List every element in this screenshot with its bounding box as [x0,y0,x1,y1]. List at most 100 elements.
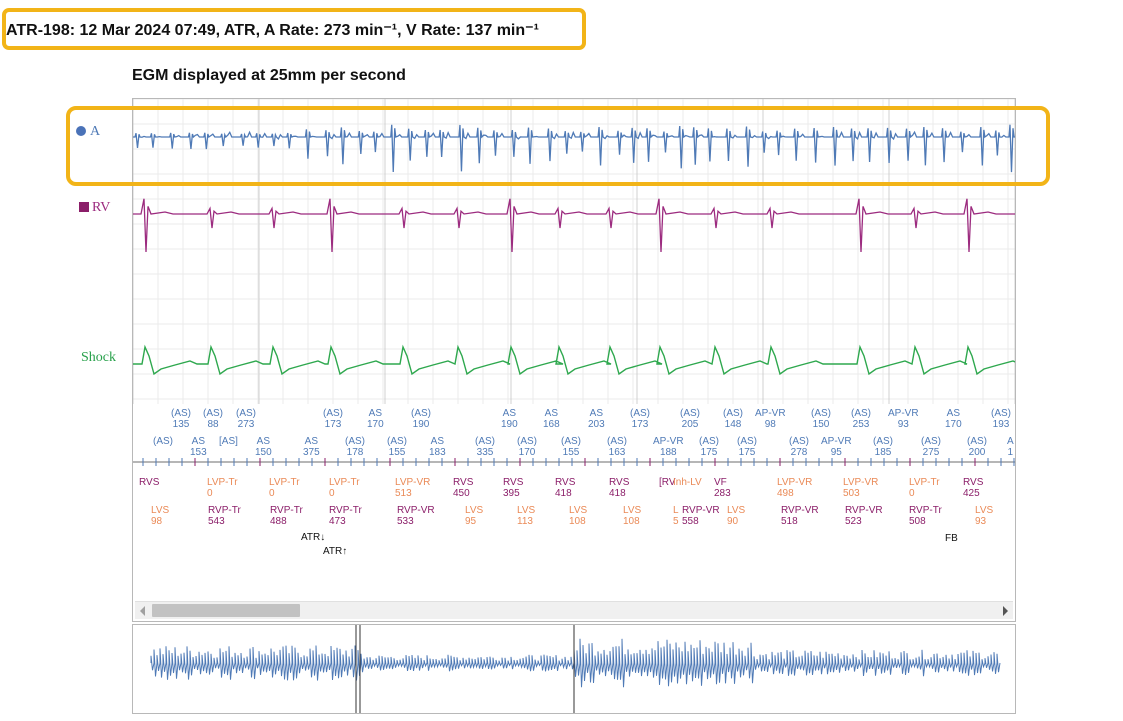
atrial-marker-value: 375 [303,447,320,458]
atrial-marker-type: (AS) [723,408,743,419]
ventricular-marker: RVP-Tr 488 [270,505,303,527]
ventricular-marker: LVP-VR 513 [395,477,430,499]
ventricular-marker-value: 0 [207,488,213,499]
atrial-marker-value: 205 [681,419,699,430]
atrial-marker-value: 173 [631,419,649,430]
atrial-marker-value: 135 [172,419,190,430]
atrial-marker: AP-VR 95 [821,436,852,458]
atrial-marker: (AS) 155 [387,436,407,458]
atrial-marker: AS 170 [367,408,384,430]
ventricular-marker: LVP-Tr 0 [909,477,940,499]
atrial-marker-type: AS [502,408,517,419]
atrial-marker: (AS) 175 [737,436,757,458]
ventricular-marker-type: LVP-Tr [329,477,360,488]
ventricular-marker-type: LVS [517,505,536,516]
ventricular-marker-type: VF [714,477,727,488]
ventricular-marker: LVS 113 [517,505,535,527]
ventricular-marker-type: RVP-Tr [270,505,303,516]
scroll-thumb[interactable] [152,604,300,617]
ventricular-marker-value: 425 [963,488,980,499]
atrial-marker-value: 93 [897,419,909,430]
atrial-marker-value: 155 [388,447,406,458]
atrial-marker-value: 150 [812,419,830,430]
ventricular-marker-value: 508 [909,516,926,527]
ventricular-marker-value: 523 [845,516,862,527]
ventricular-marker-value: 498 [777,488,794,499]
atrial-marker-value: 253 [852,419,870,430]
channel-shock-text: Shock [81,350,116,365]
ventricular-marker-value: 488 [270,516,287,527]
ventricular-marker-value: 513 [395,488,412,499]
ventricular-marker-type: LVS [623,505,642,516]
ventricular-marker-type: RVP-VR [781,505,819,516]
atrial-marker-type: (AS) [387,436,407,447]
ventricular-marker: RVP-VR 523 [845,505,883,527]
atrial-marker-type: (AS) [921,436,941,447]
ventricular-marker: LVS 108 [623,505,641,527]
atrial-marker-type: (AS) [561,436,581,447]
a-channel-highlight-box [66,106,1050,186]
atrial-marker-value: 203 [588,419,605,430]
ventricular-marker-type: LVP-VR [395,477,431,488]
atrial-marker: AS 375 [303,436,320,458]
ventricular-marker-value: 0 [329,488,335,499]
atrial-marker: AP-VR 93 [888,408,919,430]
atrial-marker: AS 190 [501,408,518,430]
ventricular-marker-type: Inh-LV [673,477,702,488]
ventricular-marker: RVS 418 [609,477,629,499]
atrial-marker-value: 273 [237,419,255,430]
atrial-marker-value: 95 [830,447,842,458]
episode-overview-panel[interactable] [132,624,1016,714]
ventricular-marker-value: 283 [714,488,731,499]
ventricular-marker: RVP-Tr 508 [909,505,942,527]
marker-ticks [133,458,1015,466]
atrial-marker-value: 175 [700,447,718,458]
ventricular-marker-type: RVS [963,477,984,488]
atrial-marker-type: (AS) [737,436,757,447]
horizontal-scrollbar[interactable] [135,601,1013,619]
ventricular-marker-type: LVS [465,505,484,516]
atrial-marker-type: AS [304,436,319,447]
atrial-marker: (AS) 275 [921,436,941,458]
atrial-marker-type: AS [544,408,559,419]
atrial-marker-value: 163 [608,447,626,458]
atrial-marker-type: (AS) [171,408,191,419]
event-marker: ATR↓ [301,532,326,543]
scroll-left-arrow-icon[interactable] [140,606,145,616]
ventricular-marker-value: 558 [682,516,699,527]
ventricular-marker-value: 108 [569,516,586,527]
ventricular-marker: LVS 90 [727,505,745,527]
atrial-marker-type: AP-VR [821,436,852,447]
atrial-marker-value: 153 [190,447,207,458]
ventricular-marker-value: 98 [151,516,163,527]
atrial-marker: (AS) 335 [475,436,495,458]
ventricular-marker: RVP-VR 533 [397,505,435,527]
ventricular-marker-value: 93 [975,516,987,527]
ventricular-marker-type: RVP-VR [397,505,435,516]
ventricular-marker-type: RVP-VR [845,505,883,516]
atrial-marker-type: (AS) [873,436,893,447]
atrial-marker-value: 278 [790,447,808,458]
atrial-marker-type: (AS) [851,408,871,419]
atrial-marker: [AS] [219,436,238,447]
ventricular-marker-type: RVS [139,477,160,488]
atrial-marker-value: 88 [207,419,219,430]
ventricular-marker: Inh-LV [673,477,702,488]
ventricular-marker-type: LVS [151,505,170,516]
ventricular-marker: RVS 450 [453,477,473,499]
atrial-marker: AS 183 [429,436,446,458]
atrial-marker-type: AS [946,408,961,419]
event-marker: FB [945,533,958,544]
ventricular-marker-type: LVP-VR [777,477,813,488]
ventricular-marker-value: 543 [208,516,225,527]
ventricular-marker-value: 395 [503,488,520,499]
atrial-marker: (AS) 148 [723,408,743,430]
ventricular-marker-type: RVS [555,477,576,488]
atrial-marker-value: 170 [945,419,962,430]
ventricular-marker-type: RVP-VR [682,505,720,516]
ventricular-marker-type: LVP-VR [843,477,879,488]
channel-label-rv: RV [79,200,110,216]
atrial-marker-value: 190 [501,419,518,430]
ventricular-marker: VF 283 [714,477,731,499]
scroll-right-arrow-icon[interactable] [1003,606,1008,616]
